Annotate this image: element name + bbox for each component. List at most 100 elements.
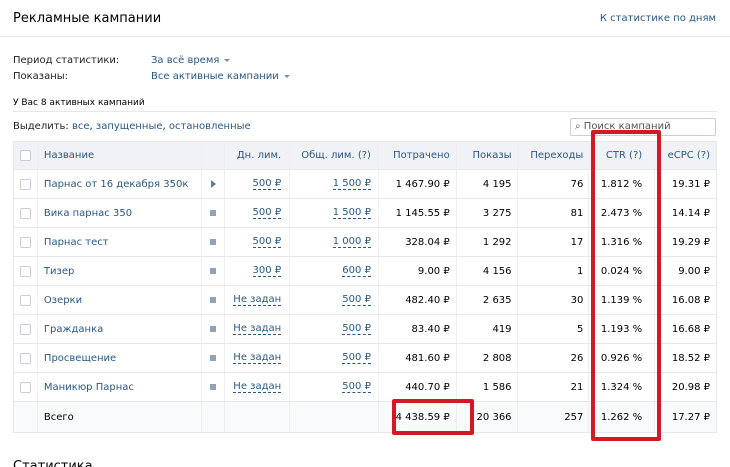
row-checkbox[interactable] xyxy=(19,207,31,219)
ctr-cell: 1.139 % xyxy=(589,286,656,314)
chevron-down-icon xyxy=(224,58,231,62)
campaign-name-link[interactable]: Озерки xyxy=(38,286,203,314)
stop-icon[interactable] xyxy=(210,268,217,274)
campaign-name-link[interactable]: Тизер xyxy=(38,257,203,285)
ecpc-cell: 20.98 ₽ xyxy=(671,381,710,393)
day-limit-link[interactable]: 500 ₽ xyxy=(252,236,282,248)
campaign-name-link[interactable]: Гражданка xyxy=(38,315,203,343)
row-checkbox-cell xyxy=(14,199,38,227)
period-dropdown[interactable]: За всё время xyxy=(151,55,231,66)
stats-heading: Статистика xyxy=(13,459,93,467)
status-toggle xyxy=(202,199,226,227)
total-limit-cell: 500 ₽ xyxy=(290,373,379,401)
select-running-link[interactable]: запущенные xyxy=(96,121,163,132)
day-limit-link[interactable]: Не задан xyxy=(233,294,282,306)
campaign-name-link[interactable]: Вика парнас 350 xyxy=(38,199,203,227)
row-checkbox-cell xyxy=(14,315,38,343)
campaign-name-link[interactable]: Парнас тест xyxy=(38,228,203,256)
total-limit-link[interactable]: 500 ₽ xyxy=(342,294,371,306)
spent-cell: 482.40 ₽ xyxy=(379,286,457,314)
ctr-cell: 1.316 % xyxy=(589,228,656,256)
table-row: Парнас от 16 декабря 350к 500 ₽ 1 500 ₽ 1 4… xyxy=(14,170,716,199)
day-limit-link[interactable]: 500 ₽ xyxy=(252,178,282,190)
table-row: Гражданка Не задан 500 ₽ 83.40 ₽419 5 1.193 %… xyxy=(14,315,716,344)
day-limit-cell: Не задан xyxy=(225,286,291,314)
total-limit-link[interactable]: 1 500 ₽ xyxy=(332,178,371,190)
select-stopped-link[interactable]: остановленные xyxy=(169,121,251,132)
ctr-cell: 0.024 % xyxy=(589,257,656,285)
impressions-cell: 4 156 xyxy=(457,257,518,285)
row-checkbox[interactable] xyxy=(19,352,31,364)
total-limit-link[interactable]: 600 ₽ xyxy=(342,265,371,277)
ecpc-cell: 19.29 ₽ xyxy=(671,236,710,248)
clicks-cell: 17 xyxy=(518,228,590,256)
day-limit-link[interactable]: Не задан xyxy=(233,323,282,335)
total-limit-link[interactable]: 1 500 ₽ xyxy=(332,207,371,219)
shown-dropdown[interactable]: Все активные кампании xyxy=(151,71,290,82)
ctr-cell: 1.812 % xyxy=(589,170,656,198)
spent-cell: 481.60 ₽ xyxy=(379,344,457,372)
select-all-checkbox[interactable] xyxy=(19,150,31,161)
day-limit-link[interactable]: Не задан xyxy=(233,381,282,393)
daily-stats-link[interactable]: К статистике по дням xyxy=(600,13,716,24)
day-limit-cell: Не задан xyxy=(225,344,291,372)
col-name[interactable]: Название xyxy=(38,142,203,169)
day-limit-link[interactable]: 500 ₽ xyxy=(252,207,282,219)
campaign-name-link[interactable]: Парнас от 16 декабря 350к xyxy=(38,170,203,198)
impressions-cell: 2 635 xyxy=(457,286,518,314)
col-impressions[interactable]: Показы xyxy=(457,142,518,169)
row-checkbox-cell xyxy=(14,373,38,401)
col-ecpc[interactable]: eCPC (?) xyxy=(655,142,716,169)
col-clicks[interactable]: Переходы xyxy=(518,142,590,169)
ecpc-cell: 16.68 ₽ xyxy=(671,323,710,335)
col-day-limit[interactable]: Дн. лим. xyxy=(225,142,291,169)
campaign-name-link[interactable]: Просвещение xyxy=(38,344,203,372)
total-ecpc: 17.27 ₽ xyxy=(671,411,710,423)
col-spent[interactable]: Потрачено xyxy=(379,142,457,169)
status-toggle xyxy=(202,344,226,372)
day-limit-link[interactable]: 300 ₽ xyxy=(252,265,282,277)
spent-cell: 328.04 ₽ xyxy=(379,228,457,256)
total-limit-link[interactable]: 500 ₽ xyxy=(342,381,371,393)
row-checkbox[interactable] xyxy=(19,265,31,277)
row-checkbox[interactable] xyxy=(19,323,31,335)
row-checkbox[interactable] xyxy=(19,381,31,393)
ecpc-cell: 9.00 ₽ xyxy=(678,265,710,277)
day-limit-cell: 500 ₽ xyxy=(225,170,291,198)
campaign-count: У Вас 8 активных кампаний xyxy=(13,98,145,108)
table-row: Озерки Не задан 500 ₽ 482.40 ₽2 635 30 1.139 … xyxy=(14,286,716,315)
stop-icon[interactable] xyxy=(210,384,217,390)
stop-icon[interactable] xyxy=(210,297,217,303)
chevron-down-icon xyxy=(283,74,290,78)
clicks-cell: 26 xyxy=(518,344,590,372)
search-icon: ⌕ xyxy=(575,121,581,132)
ecpc-cell: 14.14 ₽ xyxy=(671,207,710,219)
campaign-name-link[interactable]: Маникюр Парнас xyxy=(38,373,203,401)
select-all-link[interactable]: все xyxy=(72,121,90,132)
play-icon[interactable] xyxy=(210,180,216,188)
total-label: Всего xyxy=(38,402,203,432)
row-checkbox[interactable] xyxy=(19,294,31,306)
table-header: Название Дн. лим. Общ. лим. (?) Потрачен… xyxy=(14,142,716,170)
col-total-limit[interactable]: Общ. лим. (?) xyxy=(290,142,379,169)
day-limit-link[interactable]: Не задан xyxy=(233,352,282,364)
stop-icon[interactable] xyxy=(210,210,217,216)
col-ctr[interactable]: CTR (?) xyxy=(589,142,656,169)
stop-icon[interactable] xyxy=(210,239,217,245)
total-limit-link[interactable]: 500 ₽ xyxy=(342,323,371,335)
campaigns-table: Название Дн. лим. Общ. лим. (?) Потрачен… xyxy=(13,141,717,433)
ctr-cell: 1.193 % xyxy=(589,315,656,343)
total-limit-link[interactable]: 1 000 ₽ xyxy=(332,236,371,248)
table-total-row: Всего 4 438.59 ₽ 20 366 257 1.262 % 17.2… xyxy=(14,402,716,432)
stop-icon[interactable] xyxy=(210,355,217,361)
clicks-cell: 21 xyxy=(518,373,590,401)
stop-icon[interactable] xyxy=(210,326,217,332)
ecpc-cell: 19.31 ₽ xyxy=(671,178,710,190)
row-checkbox[interactable] xyxy=(19,236,31,248)
search-input[interactable]: ⌕ Поиск кампаний xyxy=(570,118,716,136)
total-limit-link[interactable]: 500 ₽ xyxy=(342,352,371,364)
row-checkbox[interactable] xyxy=(19,178,31,190)
ecpc-cell: 16.08 ₽ xyxy=(671,294,710,306)
spent-cell: 9.00 ₽ xyxy=(379,257,457,285)
total-checkbox-cell xyxy=(14,402,38,432)
